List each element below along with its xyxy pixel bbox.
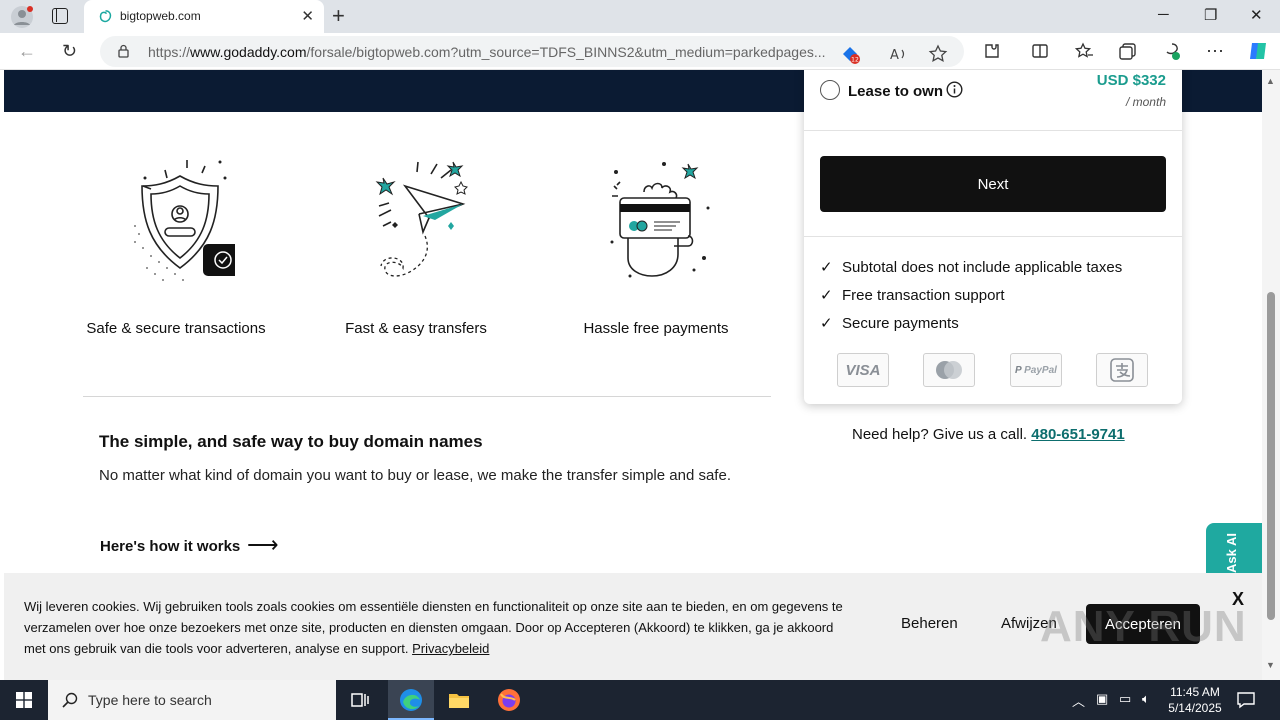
taskbar-clock[interactable]: 11:45 AM 5/14/2025 [1166, 684, 1224, 716]
paper-plane-icon [375, 161, 468, 277]
checkmark-icon: ✓ [820, 287, 833, 304]
purchase-panel: Lease to own USD $332 / month Next ✓ Subt… [804, 70, 1182, 404]
taskbar-edge[interactable] [388, 680, 434, 720]
cookie-text: Wij leveren cookies. Wij gebruiken tools… [24, 599, 843, 656]
checkmark-icon: ✓ [820, 315, 833, 332]
refresh-icon[interactable]: ↻ [62, 41, 77, 62]
paypal-icon: P PayPal [1010, 353, 1062, 387]
help-line: Need help? Give us a call. 480-651-9741 [852, 426, 1125, 443]
lease-price: USD $332 [1096, 72, 1166, 89]
info-icon[interactable] [946, 81, 963, 98]
tab-title: bigtopweb.com [120, 9, 201, 23]
task-view-icon[interactable] [348, 688, 372, 712]
tab-active[interactable]: bigtopweb.com ✕ [84, 0, 324, 33]
url-text[interactable]: https://www.godaddy.com/forsale/bigtopwe… [148, 44, 826, 60]
back-icon[interactable]: ← [18, 41, 36, 62]
help-phone-link[interactable]: 480-651-9741 [1031, 426, 1124, 443]
browser-tab-bar: bigtopweb.com ✕ + ─ ❐ ✕ [0, 0, 1280, 33]
lease-to-own-radio[interactable] [820, 80, 840, 100]
check-item-taxes: ✓ Subtotal does not include applicable ta… [820, 259, 1123, 276]
feature-transfers [320, 156, 520, 291]
new-tab-icon[interactable]: + [332, 3, 345, 29]
feature-label-secure: Safe & secure transactions [86, 320, 266, 337]
check-item-support: ✓ Free transaction support [820, 287, 1005, 304]
extensions-icon[interactable] [982, 41, 1002, 61]
tab-close-icon[interactable]: ✕ [301, 7, 314, 25]
card-hand-icon [610, 162, 710, 278]
page-content: Safe & secure transactions Fast & easy t… [4, 70, 1262, 680]
minimize-icon[interactable]: ─ [1158, 6, 1169, 23]
mastercard-icon [923, 353, 975, 387]
file-explorer-icon[interactable] [447, 688, 471, 712]
feature-label-payments: Hassle free payments [583, 320, 729, 337]
feature-payments [559, 156, 759, 291]
read-aloud-icon[interactable]: A [888, 44, 908, 64]
browser-toolbar: ← ↻ https://www.godaddy.com/forsale/bigt… [0, 33, 1280, 70]
svg-text:A: A [890, 48, 899, 63]
favorites-icon[interactable] [1074, 41, 1094, 61]
arrow-right-icon[interactable]: ⟶ [247, 532, 279, 558]
close-window-icon[interactable]: ✕ [1250, 6, 1263, 24]
more-menu-icon[interactable]: ⋯ [1206, 41, 1226, 61]
checkmark-icon: ✓ [820, 259, 833, 276]
restore-icon[interactable]: ❐ [1204, 6, 1217, 24]
tab-actions-icon[interactable] [52, 8, 68, 24]
section-description: No matter what kind of domain you want t… [99, 467, 731, 484]
panel-divider [804, 236, 1182, 237]
collections-icon[interactable] [1118, 41, 1138, 61]
windows-start-icon[interactable] [16, 692, 32, 708]
notifications-icon[interactable] [1236, 690, 1256, 710]
feature-label-transfers: Fast & easy transfers [345, 320, 487, 337]
search-icon [62, 692, 78, 708]
next-button[interactable]: Next [820, 156, 1166, 212]
feature-secure [80, 156, 280, 291]
scroll-up-icon[interactable]: ▲ [1266, 76, 1275, 86]
svg-text:12: 12 [851, 57, 859, 64]
scroll-thumb[interactable] [1267, 292, 1275, 620]
address-bar[interactable]: https://www.godaddy.com/forsale/bigtopwe… [100, 36, 964, 67]
section-heading: The simple, and safe way to buy domain n… [99, 432, 483, 451]
browser-essentials-icon[interactable] [1162, 41, 1182, 61]
privacy-policy-link[interactable]: Privacybeleid [412, 641, 489, 656]
windows-taskbar: Type here to search ︿ ▣ ▭ 🔈︎ 11:45 AM 5/… [0, 680, 1280, 720]
page-scrollbar[interactable]: ▲ ▼ [1262, 70, 1280, 680]
extension-badge-icon[interactable]: 12 [840, 44, 860, 64]
visa-icon: VISA [837, 353, 889, 387]
lock-icon[interactable] [118, 44, 129, 58]
how-it-works-link[interactable]: Here's how it works [100, 538, 240, 555]
copilot-icon[interactable] [1246, 39, 1270, 63]
anyrun-watermark: ANY RUN [1040, 602, 1247, 651]
firefox-icon[interactable] [497, 688, 521, 712]
tray-chevron-icon[interactable]: ︿ [1072, 691, 1085, 710]
section-divider [83, 396, 771, 397]
scroll-down-icon[interactable]: ▼ [1266, 660, 1275, 670]
tray-device-icon[interactable]: ▣ [1096, 691, 1108, 707]
split-screen-icon[interactable] [1030, 41, 1050, 61]
volume-icon[interactable]: 🔈︎ [1142, 691, 1150, 707]
manage-cookies-button[interactable]: Beheren [901, 615, 958, 632]
godaddy-favicon-icon [99, 10, 112, 23]
search-placeholder: Type here to search [88, 692, 212, 708]
price-period: / month [1125, 95, 1166, 109]
alipay-icon [1096, 353, 1148, 387]
panel-divider [804, 130, 1182, 131]
taskbar-search[interactable]: Type here to search [48, 680, 336, 720]
edge-icon [400, 689, 422, 711]
lease-to-own-label[interactable]: Lease to own [848, 83, 943, 100]
favorite-star-icon[interactable] [928, 44, 948, 64]
shield-user-icon [134, 160, 235, 281]
check-item-secure: ✓ Secure payments [820, 315, 959, 332]
network-icon[interactable]: ▭ [1119, 691, 1131, 707]
profile-avatar-icon[interactable] [10, 5, 34, 29]
